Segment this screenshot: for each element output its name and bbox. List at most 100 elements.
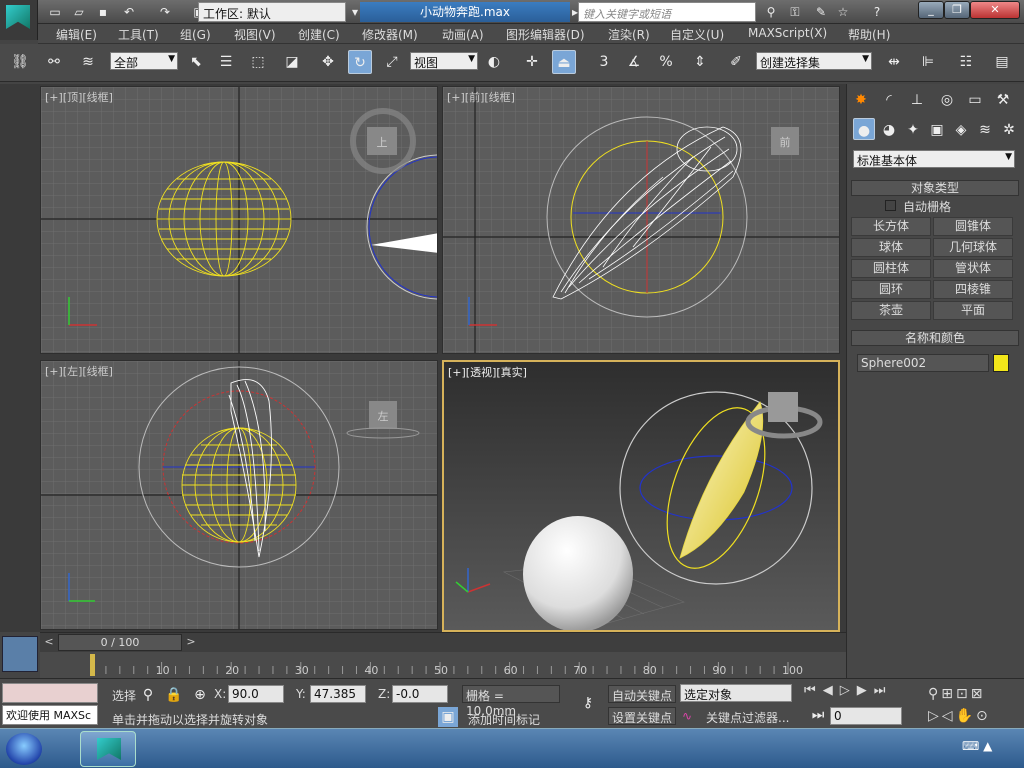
cameras-icon[interactable]: ▣ <box>925 118 949 142</box>
graphite-tools-icon[interactable]: ▤ <box>990 50 1014 74</box>
systems-icon[interactable]: ✲ <box>997 118 1021 142</box>
menu-help[interactable]: 帮助(H) <box>848 26 890 43</box>
utilities-tab-icon[interactable]: ⚒ <box>991 88 1015 112</box>
select-rotate-icon[interactable]: ↻ <box>348 50 372 74</box>
add-time-tag-icon[interactable]: ▣ <box>438 707 458 727</box>
communication-icon[interactable]: ✎ <box>812 3 830 21</box>
viewport-top-label[interactable]: [+][顶][线框] <box>45 89 113 105</box>
taskbar-3dsmax-item[interactable] <box>80 731 136 767</box>
viewport-perspective-label[interactable]: [+][透视][真实] <box>448 364 527 380</box>
undo-icon[interactable]: ↶ <box>120 3 138 21</box>
select-move-icon[interactable]: ✥ <box>316 50 340 74</box>
object-type-rollout[interactable]: 对象类型 <box>851 180 1019 196</box>
system-tray[interactable]: ⌨ ▲ <box>962 739 1022 759</box>
object-name-field[interactable]: Sphere002 <box>857 354 989 372</box>
redo-icon[interactable]: ↷ <box>156 3 174 21</box>
named-selection-dropdown[interactable]: 创建选择集 <box>756 52 872 70</box>
box-button[interactable]: 长方体 <box>851 217 931 236</box>
binoculars-icon[interactable]: ⚲ <box>762 3 780 21</box>
viewport-left[interactable]: 左 [+][左][线框] <box>40 360 438 630</box>
viewport-left-label[interactable]: [+][左][线框] <box>45 363 113 379</box>
spinner-snap-icon[interactable]: ⇕ <box>688 50 712 74</box>
workspace-dropdown[interactable]: 工作区: 默认 <box>198 2 346 22</box>
cylinder-button[interactable]: 圆柱体 <box>851 259 931 278</box>
menu-maxscript[interactable]: MAXScript(X) <box>748 26 827 40</box>
snaps-toggle-icon[interactable]: 3 <box>592 50 616 74</box>
close-button[interactable]: ✕ <box>970 1 1020 19</box>
time-slider[interactable]: < 0 / 100 > <box>40 632 846 652</box>
viewport-nav-controls[interactable]: ⚲⊞⊡⊠ ▷◁✋⊙ <box>928 683 1022 727</box>
shapes-icon[interactable]: ◕ <box>877 118 901 142</box>
helpers-icon[interactable]: ◈ <box>949 118 973 142</box>
pivot-center-icon[interactable]: ◐ <box>482 50 506 74</box>
minimize-button[interactable]: _ <box>918 1 944 19</box>
bind-spacewarp-icon[interactable]: ≋ <box>76 50 100 74</box>
cone-button[interactable]: 圆锥体 <box>933 217 1013 236</box>
auto-key-button[interactable]: 自动关键点 <box>608 685 676 703</box>
create-tab-icon[interactable]: ✸ <box>849 88 873 112</box>
current-frame-field[interactable]: 0 <box>830 707 902 725</box>
display-tab-icon[interactable]: ▭ <box>963 88 987 112</box>
menu-modifiers[interactable]: 修改器(M) <box>362 26 418 43</box>
plane-button[interactable]: 平面 <box>933 301 1013 320</box>
help-icon[interactable]: ? <box>868 3 886 21</box>
modify-tab-icon[interactable]: ◜ <box>877 88 901 112</box>
autogrid-checkbox[interactable] <box>885 200 896 211</box>
time-config-icon[interactable]: ⏭ <box>806 705 830 725</box>
menu-animation[interactable]: 动画(A) <box>442 26 484 43</box>
absolute-mode-icon[interactable]: ⊕ <box>188 683 212 707</box>
layer-manager-icon[interactable]: ☷ <box>954 50 978 74</box>
subscription-icon[interactable]: ⚿ <box>786 3 804 21</box>
set-key-button[interactable]: 设置关键点 <box>608 707 676 725</box>
unlink-icon[interactable]: ⚯ <box>42 50 66 74</box>
z-coord-field[interactable]: -0.0 <box>392 685 448 703</box>
menu-graph-editors[interactable]: 图形编辑器(D) <box>506 26 585 43</box>
viewcube-perspective[interactable] <box>745 392 823 439</box>
start-button[interactable] <box>6 733 42 765</box>
lights-icon[interactable]: ✦ <box>901 118 925 142</box>
viewport-perspective[interactable]: [+][透视][真实] <box>442 360 840 632</box>
teapot-button[interactable]: 茶壶 <box>851 301 931 320</box>
keyboard-shortcut-override-icon[interactable]: ⏏ <box>552 50 576 74</box>
link-icon[interactable]: ⛓ <box>8 50 32 74</box>
menu-group[interactable]: 组(G) <box>180 26 211 43</box>
select-scale-icon[interactable]: ⤢ <box>380 50 404 74</box>
favorites-icon[interactable]: ☆ <box>834 3 852 21</box>
search-input[interactable]: 键入关键字或短语 <box>578 2 756 22</box>
maxscript-listener-mini[interactable] <box>2 683 98 703</box>
menu-rendering[interactable]: 渲染(R) <box>608 26 650 43</box>
key-mode-dropdown[interactable]: 选定对象 <box>680 684 792 702</box>
geometry-icon[interactable]: ● <box>853 118 875 140</box>
track-bar[interactable]: 10 20 30 40 50 60 70 80 90 100 <box>40 652 846 678</box>
key-filters-icon[interactable]: ∿ <box>682 709 692 723</box>
motion-tab-icon[interactable]: ◎ <box>935 88 959 112</box>
viewport-top[interactable]: 上 [+][顶][线框] <box>40 86 438 354</box>
menu-tools[interactable]: 工具(T) <box>118 26 159 43</box>
object-color-swatch[interactable] <box>993 354 1009 372</box>
sphere-button[interactable]: 球体 <box>851 238 931 257</box>
viewcube-front[interactable]: 前 <box>771 127 799 155</box>
category-dropdown[interactable]: 标准基本体 <box>853 150 1015 168</box>
restore-button[interactable]: ❐ <box>944 1 970 19</box>
next-frame-icon[interactable]: > <box>184 635 198 650</box>
align-icon[interactable]: ⊫ <box>916 50 940 74</box>
reference-coord-dropdown[interactable]: 视图 <box>410 52 478 70</box>
menu-edit[interactable]: 编辑(E) <box>56 26 97 43</box>
angle-snap-icon[interactable]: ∡ <box>622 50 646 74</box>
save-file-icon[interactable]: ▪ <box>94 3 112 21</box>
x-coord-field[interactable]: 90.0 <box>228 685 284 703</box>
time-slider-thumb[interactable]: 0 / 100 <box>58 634 182 651</box>
pyramid-button[interactable]: 四棱锥 <box>933 280 1013 299</box>
torus-button[interactable]: 圆环 <box>851 280 931 299</box>
percent-snap-icon[interactable]: % <box>654 50 678 74</box>
manipulate-icon[interactable]: ✛ <box>520 50 544 74</box>
app-logo[interactable] <box>0 0 38 40</box>
name-color-rollout[interactable]: 名称和颜色 <box>851 330 1019 346</box>
set-key-icon[interactable]: ⚷ <box>570 691 606 715</box>
spacewarps-icon[interactable]: ≋ <box>973 118 997 142</box>
prev-frame-icon[interactable]: < <box>42 635 56 650</box>
isolate-icon[interactable]: ⚲ <box>136 683 160 707</box>
menu-views[interactable]: 视图(V) <box>234 26 276 43</box>
current-frame-marker[interactable] <box>90 654 95 676</box>
viewport-front[interactable]: 前 [+][前][线框] <box>442 86 840 354</box>
